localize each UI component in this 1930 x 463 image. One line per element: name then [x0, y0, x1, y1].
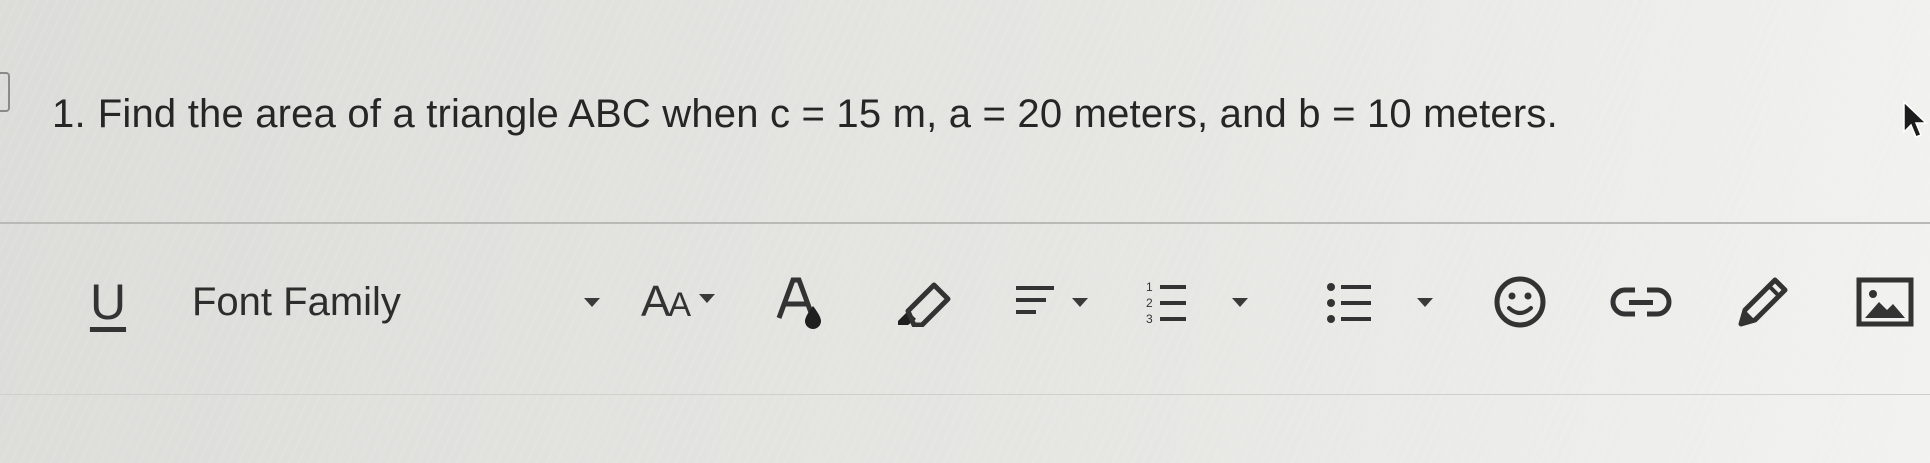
svg-text:3: 3 [1146, 312, 1153, 326]
insert-image-button[interactable] [1850, 262, 1920, 342]
align-dropdown[interactable] [1000, 262, 1100, 342]
emoji-button[interactable] [1490, 262, 1550, 342]
align-icon [1016, 286, 1054, 314]
question-number: 1. [52, 92, 86, 136]
chevron-down-icon [1072, 297, 1088, 307]
font-size-dropdown[interactable]: AA [628, 262, 728, 342]
chevron-down-icon [584, 298, 600, 307]
font-family-label: Font Family [192, 279, 401, 324]
highlight-icon [898, 282, 951, 327]
question-body: Find the area of a triangle ABC when c =… [97, 92, 1558, 136]
editor-toolbar: U Font Family AA 1 2 3 [0, 262, 1930, 342]
editor-top-border [0, 222, 1930, 224]
mouse-cursor-icon [1903, 100, 1928, 138]
highlight-button[interactable] [890, 262, 960, 342]
link-icon [1610, 287, 1672, 317]
ordered-list-dropdown[interactable]: 1 2 3 [1130, 262, 1260, 342]
chevron-down-icon [699, 293, 716, 303]
draw-button[interactable] [1730, 262, 1796, 342]
question-text: 1. Find the area of a triangle ABC when c… [52, 92, 1558, 137]
chevron-down-icon [1417, 297, 1433, 307]
image-icon [1856, 277, 1914, 327]
pencil-icon [1738, 277, 1788, 327]
editor-area-border [0, 394, 1930, 395]
link-button[interactable] [1606, 262, 1676, 342]
svg-text:1: 1 [1146, 280, 1153, 294]
bullet-list-icon [1327, 283, 1371, 323]
ordered-list-icon: 1 2 3 [1146, 280, 1186, 326]
emoji-icon [1494, 276, 1546, 328]
font-size-icon: AA [640, 277, 691, 326]
chevron-down-icon [1232, 297, 1248, 307]
text-color-button[interactable] [770, 262, 830, 342]
underline-button[interactable]: U [78, 262, 138, 342]
question-marker [0, 72, 10, 112]
bullet-list-dropdown[interactable] [1308, 262, 1448, 342]
text-color-icon [776, 277, 821, 329]
underline-icon: U [89, 274, 127, 330]
font-family-dropdown[interactable]: Font Family [192, 262, 612, 342]
svg-text:2: 2 [1146, 296, 1153, 310]
